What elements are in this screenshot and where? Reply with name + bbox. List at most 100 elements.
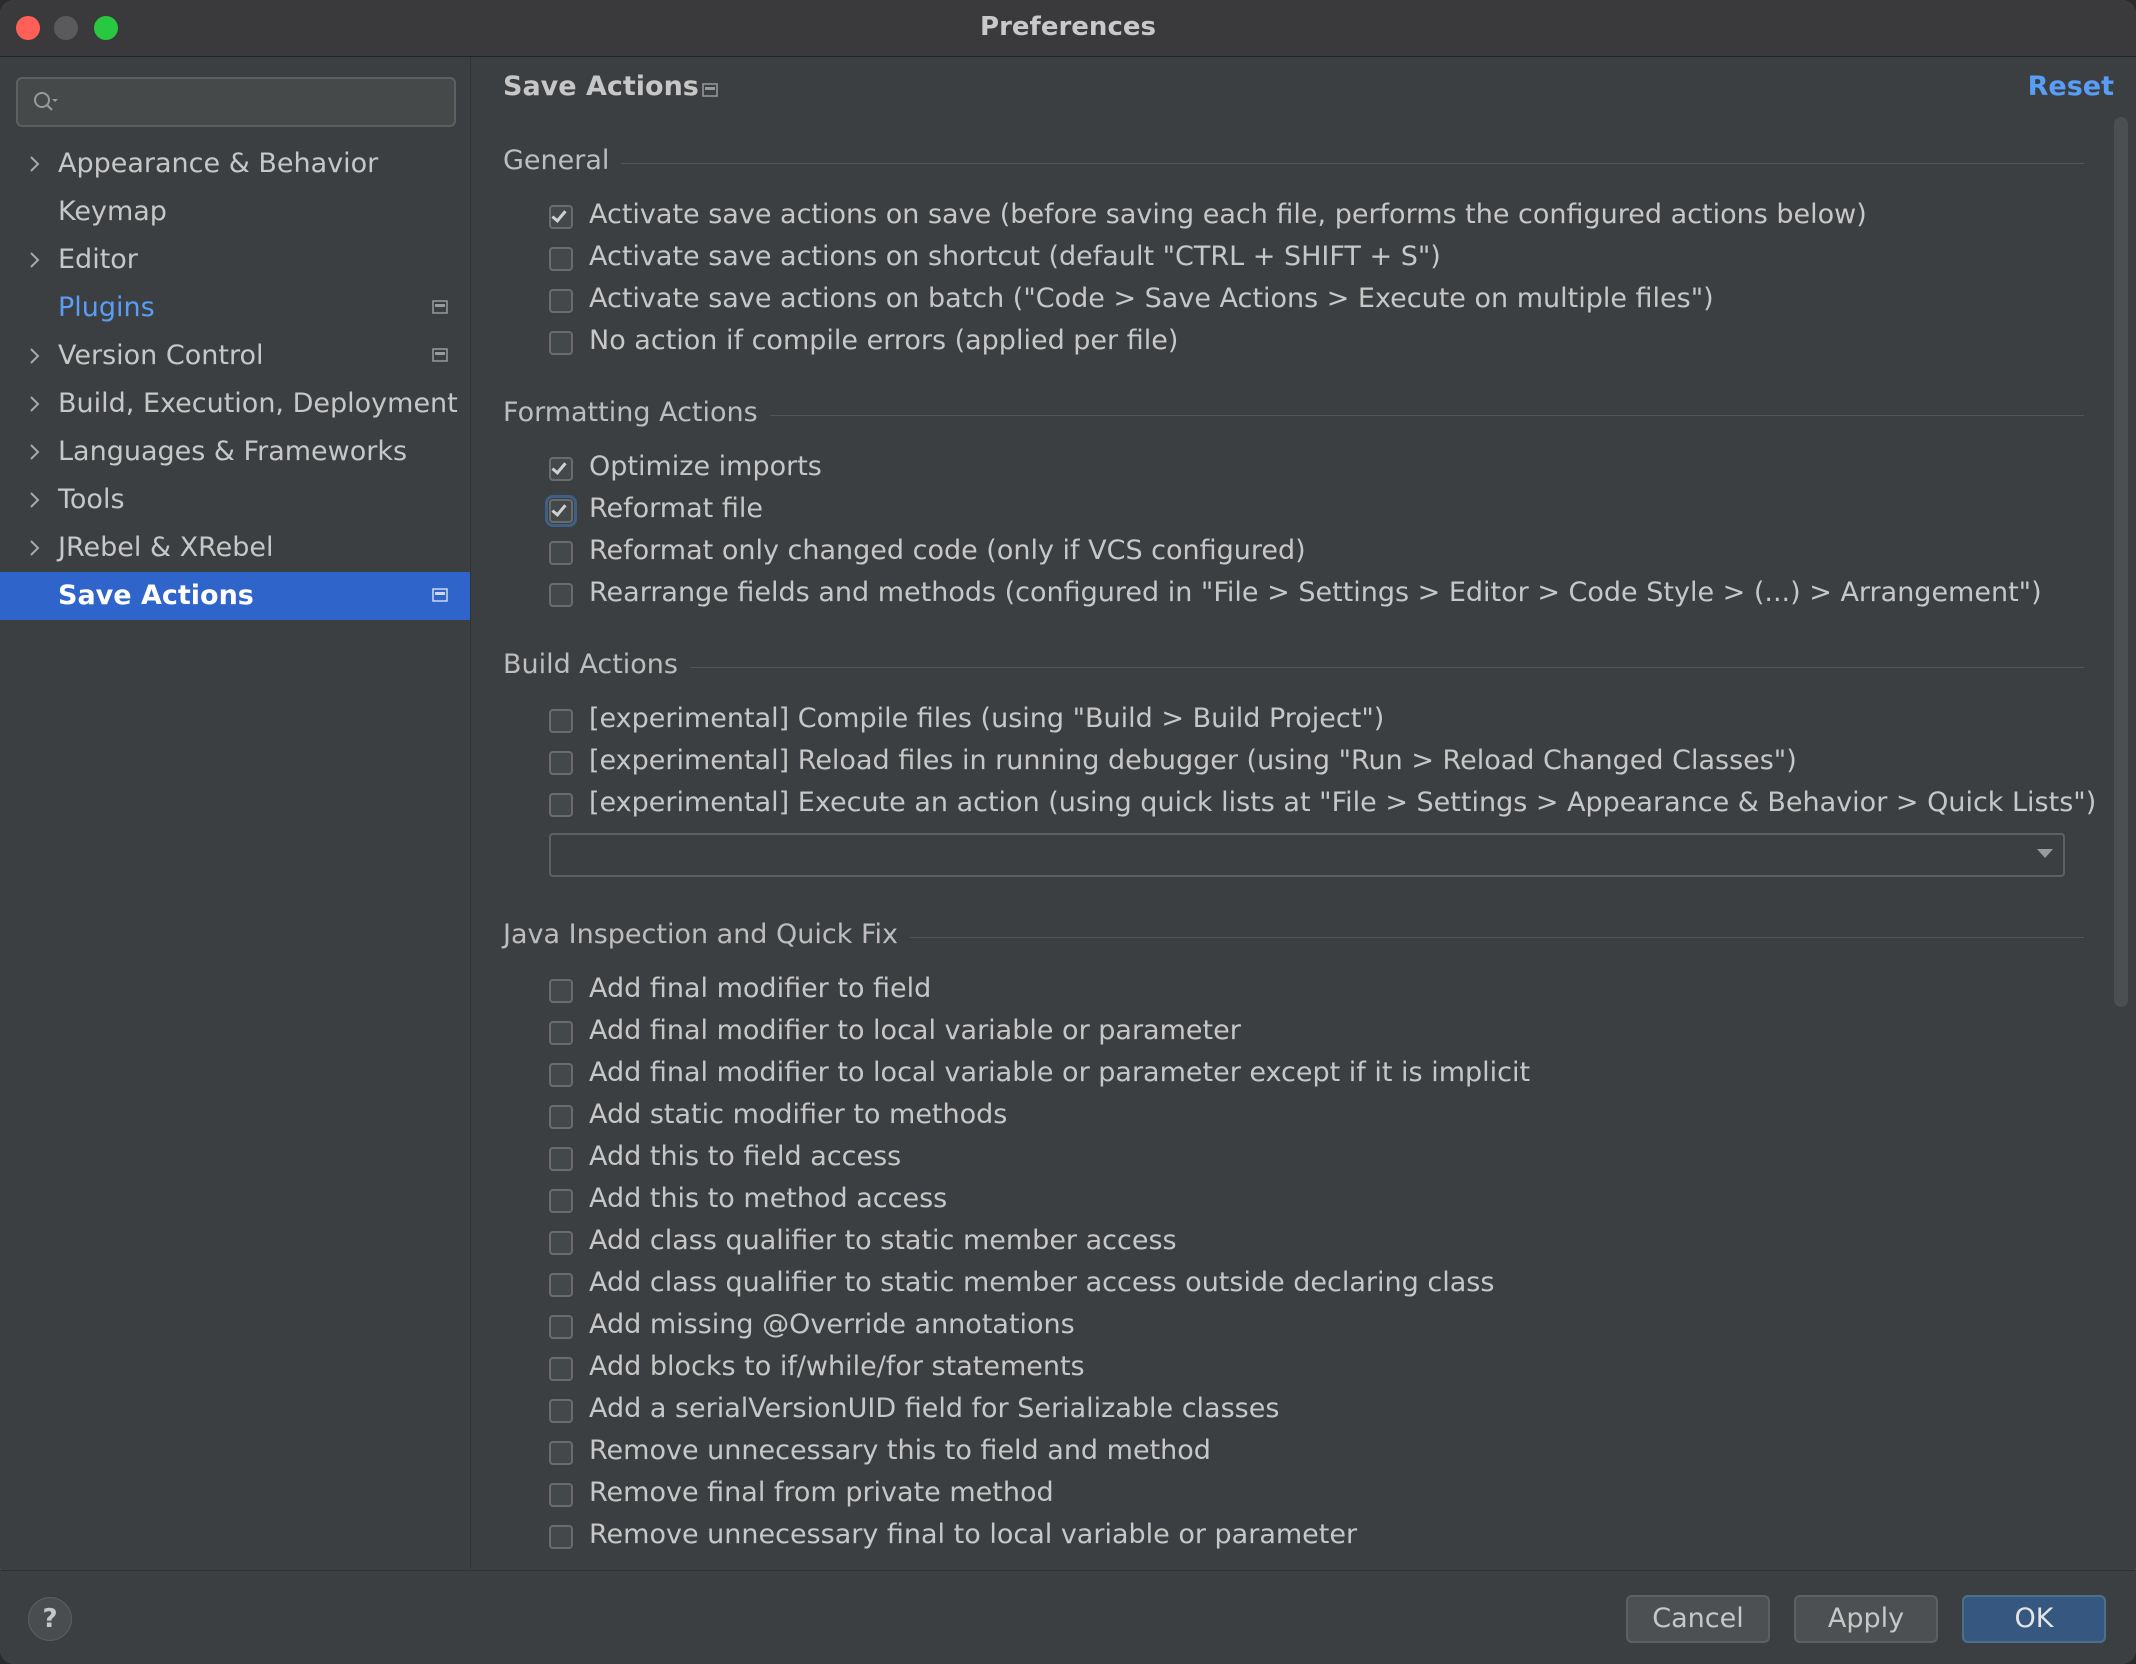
sidebar-item-keymap[interactable]: Keymap [0, 188, 470, 236]
section-title: Build Actions [503, 649, 690, 680]
checkbox[interactable] [549, 1357, 573, 1381]
option-label: Add final modifier to local variable or … [589, 1057, 1531, 1088]
sidebar-item-label: Tools [58, 484, 125, 515]
section-java-inspection: Java Inspection and Quick Fix [503, 919, 2084, 955]
option-label: Remove final from private method [589, 1477, 1054, 1508]
option-label: Add this to method access [589, 1183, 948, 1214]
section-title: General [503, 145, 622, 176]
chevron-right-icon [30, 156, 40, 172]
option-label: [experimental] Compile files (using "Bui… [589, 703, 1385, 734]
checkbox[interactable] [549, 1105, 573, 1129]
sidebar-item-label: Build, Execution, Deployment [58, 388, 458, 419]
option-label: Add final modifier to field [589, 973, 932, 1004]
chevron-down-icon [2037, 849, 2053, 858]
ok-button[interactable]: OK [1962, 1595, 2106, 1643]
checkbox[interactable] [549, 331, 573, 355]
option-label: Rearrange fields and methods (configured… [589, 577, 2042, 608]
section-build-actions: Build Actions [503, 649, 2084, 685]
checkbox[interactable] [549, 751, 573, 775]
checkbox[interactable] [549, 1189, 573, 1213]
sidebar-item-label: Version Control [58, 340, 264, 371]
checkbox[interactable] [549, 1021, 573, 1045]
cancel-button[interactable]: Cancel [1626, 1595, 1770, 1643]
project-level-icon [702, 83, 718, 97]
apply-button[interactable]: Apply [1794, 1595, 1938, 1643]
option-label: Reformat only changed code (only if VCS … [589, 535, 1306, 566]
search-input[interactable] [16, 77, 456, 127]
sidebar-item-jrebel-xrebel[interactable]: JRebel & XRebel [0, 524, 470, 572]
sidebar-item-appearance-behavior[interactable]: Appearance & Behavior [0, 140, 470, 188]
checkbox[interactable] [549, 289, 573, 313]
section-divider [503, 667, 2084, 668]
option-label: Activate save actions on batch ("Code > … [589, 283, 1714, 314]
section-divider [503, 163, 2084, 164]
checkbox[interactable] [549, 1147, 573, 1171]
window-title: Preferences [980, 12, 1156, 42]
dialog-footer: ? Cancel Apply OK [0, 1570, 2136, 1664]
option-label: Add missing @Override annotations [589, 1309, 1075, 1340]
checkbox[interactable] [549, 247, 573, 271]
chevron-right-icon [30, 252, 40, 268]
sidebar-item-version-control[interactable]: Version Control [0, 332, 470, 380]
search-icon [34, 92, 58, 111]
option-label: [experimental] Execute an action (using … [589, 787, 2097, 818]
checkbox[interactable] [549, 793, 573, 817]
checkbox[interactable] [549, 583, 573, 607]
chevron-right-icon [30, 348, 40, 364]
settings-content-panel: Save Actions Reset General Activate save… [471, 57, 2136, 1569]
checkbox[interactable] [549, 541, 573, 565]
section-title: Formatting Actions [503, 397, 770, 428]
option-label: Add blocks to if/while/for statements [589, 1351, 1085, 1382]
sidebar-item-label: Keymap [58, 196, 167, 227]
option-label: Reformat file [589, 493, 763, 524]
help-button[interactable]: ? [28, 1597, 72, 1641]
vertical-scrollbar[interactable] [2114, 117, 2128, 1007]
checkbox[interactable] [549, 205, 573, 229]
option-label: Add final modifier to local variable or … [589, 1015, 1241, 1046]
option-label: Optimize imports [589, 451, 822, 482]
section-title: Java Inspection and Quick Fix [503, 919, 911, 950]
checkbox[interactable] [549, 1231, 573, 1255]
option-label: Remove unnecessary this to field and met… [589, 1435, 1211, 1466]
checkbox[interactable] [549, 1273, 573, 1297]
option-label: Activate save actions on save (before sa… [589, 199, 1867, 230]
chevron-right-icon [30, 492, 40, 508]
chevron-right-icon [30, 396, 40, 412]
option-label: No action if compile errors (applied per… [589, 325, 1179, 356]
sidebar-item-build-execution-deployment[interactable]: Build, Execution, Deployment [0, 380, 470, 428]
sidebar-item-editor[interactable]: Editor [0, 236, 470, 284]
sidebar-item-tools[interactable]: Tools [0, 476, 470, 524]
quick-list-dropdown[interactable] [549, 833, 2065, 877]
checkbox[interactable] [549, 457, 573, 481]
sidebar-item-plugins[interactable]: Plugins [0, 284, 470, 332]
option-label: Activate save actions on shortcut (defau… [589, 241, 1441, 272]
checkbox[interactable] [549, 1063, 573, 1087]
sidebar-item-save-actions[interactable]: Save Actions [0, 572, 470, 620]
checkbox[interactable] [549, 979, 573, 1003]
checkbox[interactable] [549, 1399, 573, 1423]
sidebar-item-languages-frameworks[interactable]: Languages & Frameworks [0, 428, 470, 476]
sidebar-item-label: JRebel & XRebel [58, 532, 274, 563]
preferences-window: Preferences Appearance & Behavior Keymap… [0, 0, 2136, 1664]
sidebar-item-label: Save Actions [58, 580, 254, 611]
chevron-right-icon [30, 444, 40, 460]
checkbox[interactable] [549, 1483, 573, 1507]
option-label: [experimental] Reload files in running d… [589, 745, 1797, 776]
option-label: Add this to field access [589, 1141, 902, 1172]
sidebar-item-label: Plugins [58, 292, 155, 323]
title-bar: Preferences [0, 0, 2136, 57]
project-level-icon [432, 348, 448, 362]
sidebar-item-label: Editor [58, 244, 138, 275]
project-level-icon [432, 588, 448, 602]
checkbox[interactable] [549, 1525, 573, 1549]
checkbox[interactable] [545, 495, 577, 527]
option-label: Add static modifier to methods [589, 1099, 1008, 1130]
checkbox[interactable] [549, 709, 573, 733]
chevron-right-icon [30, 540, 40, 556]
project-level-icon [432, 300, 448, 314]
reset-link[interactable]: Reset [2028, 71, 2114, 102]
option-label: Remove unnecessary final to local variab… [589, 1519, 1358, 1550]
checkbox[interactable] [549, 1441, 573, 1465]
checkbox[interactable] [549, 1315, 573, 1339]
option-label: Add class qualifier to static member acc… [589, 1225, 1177, 1256]
